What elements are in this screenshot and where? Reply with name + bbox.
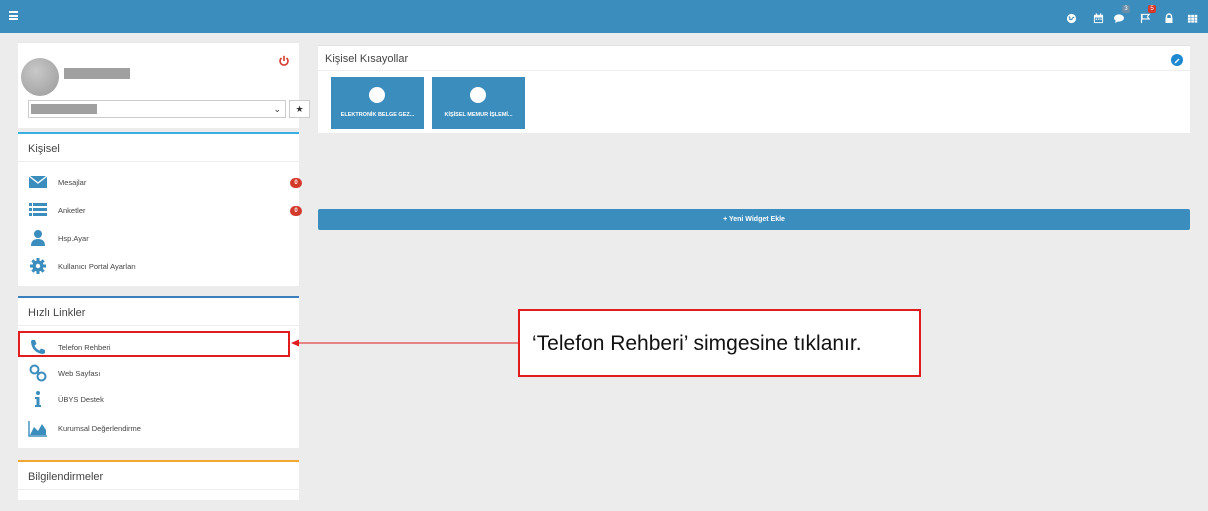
edit-icon[interactable]: [1171, 54, 1183, 66]
hizli-link-kurumsal-degerlendirme[interactable]: Kurumsal Değerlendirme: [28, 418, 298, 438]
kisisel-panel: Kişisel Mesajlar 0 Anketler 0 Hsp.Ayar K…: [18, 132, 302, 286]
kisisel-item-label: Mesajlar: [58, 178, 87, 187]
role-value-redacted: [31, 104, 97, 114]
shortcut-tile-elektronik-belge[interactable]: ELEKTRONİK BELGE GEZ...: [331, 77, 424, 129]
kisisel-item-mesajlar[interactable]: Mesajlar 0: [28, 172, 302, 192]
chevron-down-icon: ⌄: [273, 104, 281, 114]
highlight-box: [18, 331, 290, 357]
anketler-badge: 0: [290, 206, 302, 216]
avatar: [21, 58, 59, 96]
hizli-link-ubys-destek[interactable]: ÜBYS Destek: [28, 389, 298, 409]
profile-panel: ⌄ ★: [18, 41, 310, 128]
shortcut-circle-icon: [470, 87, 486, 103]
user-name-redacted: [64, 68, 130, 79]
kisisel-item-portal-ayarlari[interactable]: Kullanıcı Portal Ayarları: [28, 256, 298, 276]
calendar-icon[interactable]: [1093, 11, 1104, 24]
instruction-callout: ‘Telefon Rehberi’ simgesine tıklanır.: [518, 309, 921, 377]
hamburger-icon[interactable]: [9, 11, 18, 20]
flag-badge: 5: [1148, 5, 1156, 13]
shortcut-tile-label: ELEKTRONİK BELGE GEZ...: [340, 112, 415, 118]
kisayollar-title: Kişisel Kısayollar: [325, 53, 409, 65]
kisisel-item-label: Kullanıcı Portal Ayarları: [58, 262, 136, 271]
mesajlar-badge: 0: [290, 178, 302, 188]
hizli-linkler-title: Hızlı Linkler: [28, 307, 86, 319]
link-icon: [28, 363, 48, 383]
kisisel-title: Kişisel: [28, 143, 60, 155]
kisisel-item-anketler[interactable]: Anketler 0: [28, 200, 302, 220]
area-chart-icon: [28, 418, 48, 438]
bilgilendirmeler-title: Bilgilendirmeler: [28, 471, 104, 483]
power-icon[interactable]: [278, 54, 290, 66]
pointer-arrow: [291, 339, 518, 347]
hizli-link-label: Kurumsal Değerlendirme: [58, 424, 141, 433]
hizli-link-web-sayfasi[interactable]: Web Sayfası: [28, 363, 298, 383]
add-widget-button[interactable]: + Yeni Widget Ekle: [318, 209, 1190, 230]
role-select[interactable]: ⌄: [28, 100, 286, 118]
bilgilendirmeler-panel: Bilgilendirmeler: [18, 460, 299, 500]
top-navbar: 3 5: [0, 0, 1208, 33]
grid-icon[interactable]: [1187, 11, 1198, 23]
kisisel-item-label: Anketler: [58, 206, 86, 215]
hizli-linkler-panel: Hızlı Linkler Telefon Rehberi Web Sayfas…: [18, 296, 299, 448]
hizli-link-label: ÜBYS Destek: [58, 395, 104, 404]
flag-icon[interactable]: 5: [1140, 5, 1156, 24]
envelope-icon: [28, 172, 48, 192]
list-icon: [28, 200, 48, 220]
chat-icon[interactable]: 3: [1114, 5, 1130, 23]
gear-icon: [28, 256, 48, 276]
kisisel-item-label: Hsp.Ayar: [58, 234, 89, 243]
kisisel-item-hsp-ayar[interactable]: Hsp.Ayar: [28, 228, 298, 248]
chat-badge: 3: [1122, 5, 1130, 13]
shortcut-circle-icon: [369, 87, 385, 103]
lock-icon[interactable]: [1164, 11, 1175, 23]
user-icon: [28, 228, 48, 248]
globe-icon[interactable]: [1066, 11, 1077, 24]
star-button[interactable]: ★: [289, 100, 310, 118]
callout-text: ‘Telefon Rehberi’ simgesine tıklanır.: [532, 332, 862, 355]
shortcut-tile-kisisel-memur[interactable]: KİŞİSEL MEMUR İŞLEMİ...: [432, 77, 525, 129]
info-icon: [28, 389, 48, 409]
shortcut-tile-label: KİŞİSEL MEMUR İŞLEMİ...: [444, 112, 513, 118]
hizli-link-label: Web Sayfası: [58, 369, 101, 378]
